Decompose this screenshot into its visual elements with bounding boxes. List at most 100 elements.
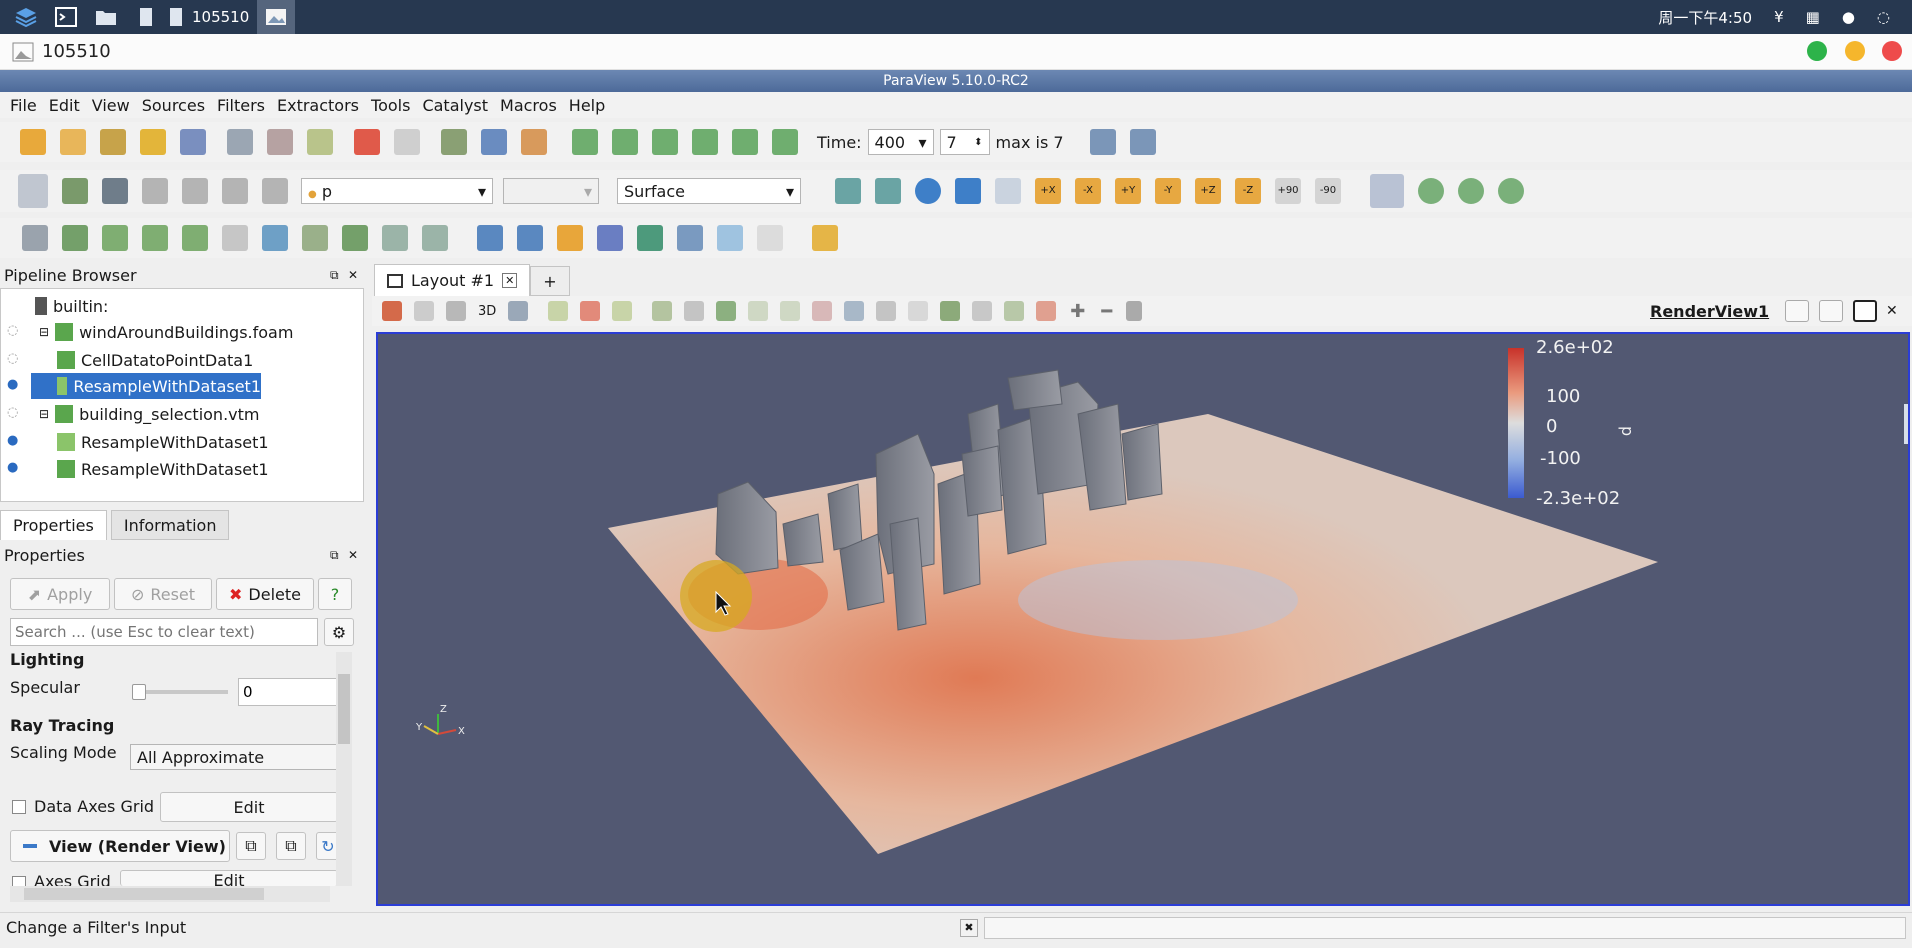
- timestep-spinbox[interactable]: 7 ⬍: [939, 129, 990, 155]
- select-cells-on-icon[interactable]: [382, 301, 402, 321]
- split-vertical-icon[interactable]: [1819, 300, 1843, 322]
- view-minus-y-icon[interactable]: -Y: [1155, 178, 1181, 204]
- new-layout-tab[interactable]: +: [530, 266, 570, 296]
- pipeline-item-building-selection[interactable]: ⊟ building_selection.vtm: [39, 401, 259, 427]
- menu-tools[interactable]: Tools: [371, 96, 410, 115]
- start-menu-icon[interactable]: [12, 5, 40, 29]
- rotate-center-icon[interactable]: [1498, 178, 1524, 204]
- palette-icon[interactable]: [521, 129, 547, 155]
- grow-selection-icon[interactable]: [876, 301, 897, 321]
- pipeline-item-celldatatopoint[interactable]: CellDatatoPointData1: [57, 347, 253, 373]
- plot-data-icon[interactable]: [597, 225, 623, 251]
- auto-apply-icon[interactable]: [307, 129, 333, 155]
- split-horizontal-icon[interactable]: [1785, 300, 1809, 322]
- paste-icon[interactable]: ⧉: [276, 832, 306, 860]
- reset-camera-icon[interactable]: [835, 178, 861, 204]
- close-icon[interactable]: ✕: [348, 268, 358, 282]
- pick-center-icon[interactable]: [1418, 178, 1444, 204]
- eye-visible-icon[interactable]: ●: [7, 433, 18, 448]
- glyph-icon[interactable]: [262, 225, 288, 251]
- rescale-visible-icon[interactable]: [142, 178, 168, 204]
- open-icon[interactable]: [20, 129, 46, 155]
- query-icon[interactable]: [1036, 301, 1057, 321]
- zoom-to-data-icon[interactable]: [1089, 129, 1116, 155]
- collapse-icon[interactable]: ⊟: [39, 325, 49, 339]
- side-handle[interactable]: [1904, 404, 1908, 444]
- rotate-minus-90-icon[interactable]: -90: [1315, 178, 1341, 204]
- property-search-input[interactable]: [10, 618, 318, 646]
- redo-icon[interactable]: [394, 129, 420, 155]
- properties-scrollbar[interactable]: [336, 652, 352, 886]
- gear-icon[interactable]: ⚙: [324, 618, 354, 646]
- reset-camera-closest-icon[interactable]: [875, 178, 901, 204]
- rescale-custom-icon[interactable]: [262, 178, 288, 204]
- eye-visible-icon[interactable]: ●: [7, 460, 18, 475]
- user-icon[interactable]: ●: [1842, 8, 1855, 26]
- edit-selection-icon[interactable]: [972, 301, 993, 321]
- scaling-mode-select[interactable]: All Approximate: [130, 744, 338, 770]
- select-frustum-icon[interactable]: [548, 301, 569, 321]
- document-icon[interactable]: [132, 5, 160, 29]
- view-minus-z-icon[interactable]: -Z: [1235, 178, 1261, 204]
- apps-grid-icon[interactable]: ▦: [1806, 8, 1820, 26]
- last-frame-icon[interactable]: [732, 129, 758, 155]
- connect-icon[interactable]: [227, 129, 253, 155]
- file-manager-icon[interactable]: [92, 5, 120, 29]
- close-icon[interactable]: ✕: [348, 548, 358, 562]
- ruler-icon[interactable]: [812, 225, 838, 251]
- zoom-to-data-icon[interactable]: [915, 178, 941, 204]
- terminal-icon[interactable]: [52, 5, 80, 29]
- pipeline-item-resample-selected[interactable]: ResampleWithDataset1: [31, 373, 261, 399]
- delete-button[interactable]: ✖ Delete: [216, 578, 314, 610]
- toggle-3d-button[interactable]: 3D: [478, 304, 496, 319]
- view-plus-z-icon[interactable]: +Z: [1195, 178, 1221, 204]
- input-method-icon[interactable]: ¥: [1774, 8, 1784, 26]
- view-plus-y-icon[interactable]: +Y: [1115, 178, 1141, 204]
- center-axes-icon[interactable]: [1370, 174, 1404, 208]
- loop-icon[interactable]: [772, 129, 798, 155]
- menu-macros[interactable]: Macros: [500, 96, 557, 115]
- interactive-select-icon[interactable]: [748, 301, 769, 321]
- save-data-icon[interactable]: [100, 129, 126, 155]
- axes-grid-edit-button[interactable]: Edit: [120, 870, 338, 886]
- data-axes-grid-checkbox[interactable]: [12, 800, 26, 814]
- interaction-mode-icon[interactable]: [508, 301, 529, 321]
- python-calc-icon[interactable]: [637, 225, 663, 251]
- menu-filters[interactable]: Filters: [217, 96, 265, 115]
- select-block-icon[interactable]: [612, 301, 633, 321]
- rotate-plus-90-icon[interactable]: +90: [1275, 178, 1301, 204]
- calculator-icon[interactable]: [22, 225, 48, 251]
- color-map-editor-icon[interactable]: [18, 174, 48, 208]
- axes-grid-checkbox[interactable]: [12, 876, 26, 886]
- reset-center-icon[interactable]: [1458, 178, 1484, 204]
- select-faces-icon[interactable]: [1004, 301, 1025, 321]
- camera-redo-icon[interactable]: [481, 129, 507, 155]
- reset-range-icon[interactable]: [62, 178, 88, 204]
- python-shell-icon[interactable]: [757, 225, 783, 251]
- render-view[interactable]: Z X Y 2.6e+02 100 0 -100 -2.3e+02 p: [376, 332, 1910, 906]
- stream-tracer-icon[interactable]: [302, 225, 328, 251]
- pipeline-item-foam[interactable]: ⊟ windAroundBuildings.foam: [39, 319, 293, 345]
- menu-sources[interactable]: Sources: [142, 96, 205, 115]
- eye-visible-icon[interactable]: ●: [7, 377, 18, 392]
- select-points-frustum-icon[interactable]: [684, 301, 705, 321]
- contour-icon[interactable]: [62, 225, 88, 251]
- group-icon[interactable]: [382, 225, 408, 251]
- menu-view[interactable]: View: [92, 96, 130, 115]
- load-state-icon[interactable]: [180, 129, 206, 155]
- rescale-all-icon[interactable]: [222, 178, 248, 204]
- rescale-temporal-icon[interactable]: [182, 178, 208, 204]
- color-array-select[interactable]: ● p ▾: [301, 178, 493, 204]
- slice-icon[interactable]: [142, 225, 168, 251]
- temporal-icon[interactable]: [677, 225, 703, 251]
- view-section-toggle[interactable]: View (Render View): [10, 830, 230, 862]
- scrollbar-thumb[interactable]: [338, 674, 350, 744]
- camera-undo-icon[interactable]: [441, 129, 467, 155]
- specular-slider[interactable]: [132, 684, 228, 700]
- next-frame-icon[interactable]: [692, 129, 718, 155]
- capture-screenshot-icon[interactable]: [446, 301, 466, 321]
- hover-cells-icon[interactable]: [780, 301, 801, 321]
- plot-over-line-icon[interactable]: [517, 225, 543, 251]
- help-button[interactable]: ?: [318, 578, 352, 610]
- menu-help[interactable]: Help: [569, 96, 605, 115]
